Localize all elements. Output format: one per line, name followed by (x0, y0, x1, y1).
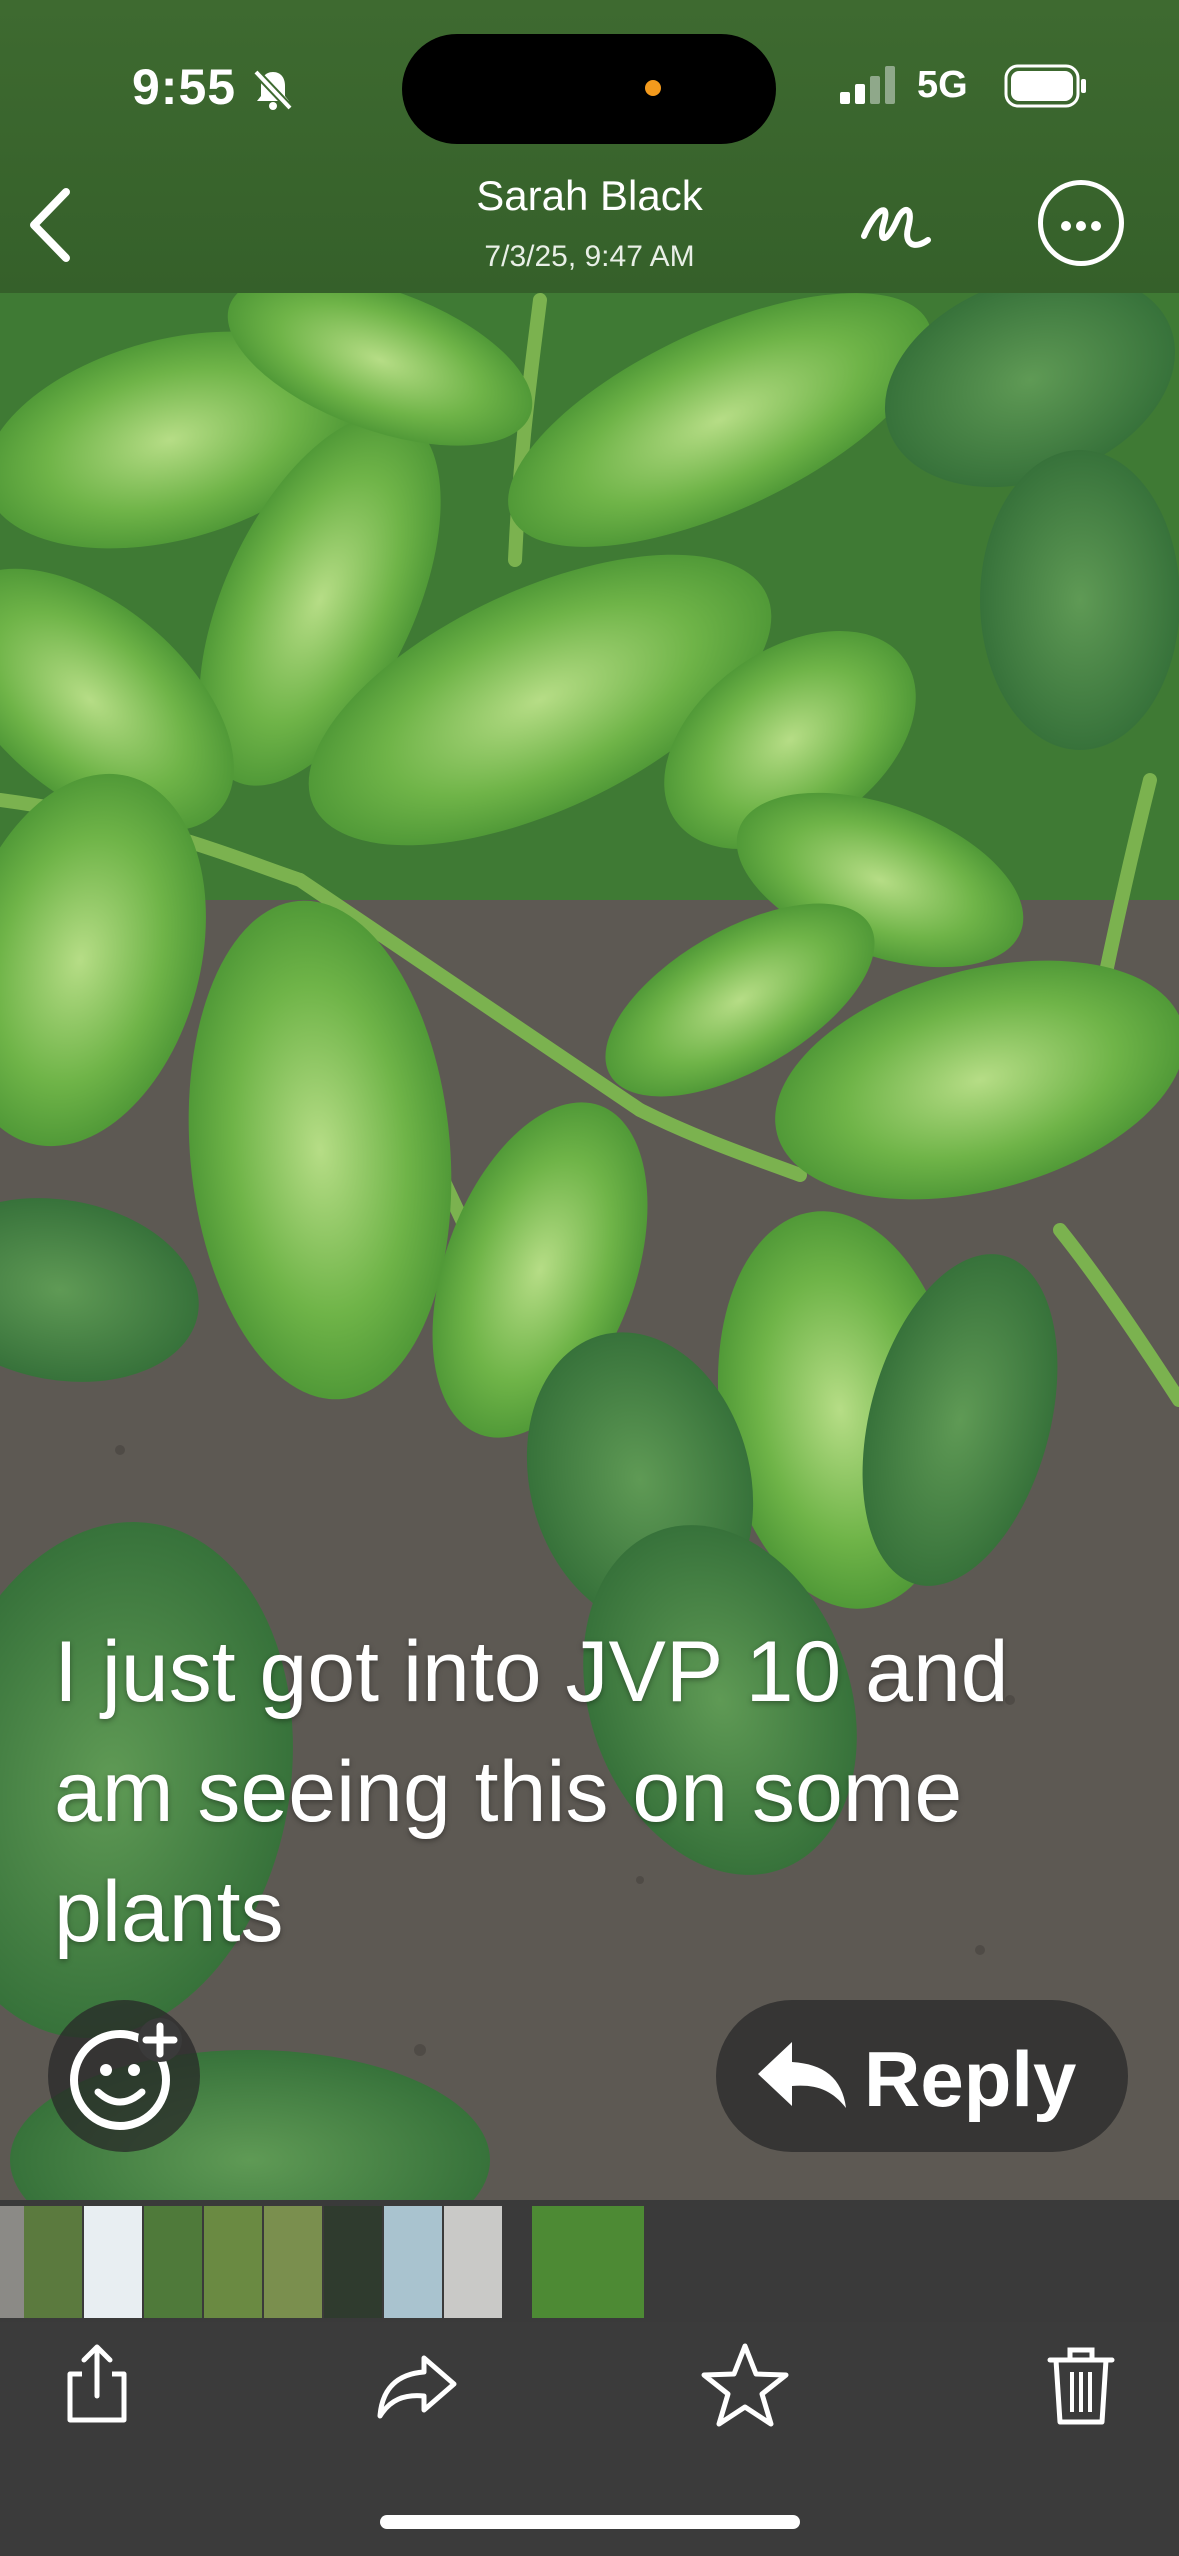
star-icon[interactable] (700, 2340, 790, 2430)
battery-icon (1004, 64, 1086, 108)
thumb-selected[interactable] (532, 2206, 644, 2318)
reply-arrow-icon (758, 2042, 846, 2108)
network-label: 5G (917, 64, 968, 106)
thumb-5[interactable] (204, 2206, 262, 2318)
share-icon[interactable] (52, 2340, 142, 2430)
thumb-2[interactable] (24, 2206, 82, 2318)
more-dot-icon (1091, 221, 1101, 231)
trash-icon[interactable] (1036, 2340, 1126, 2430)
more-dot-icon (1076, 221, 1086, 231)
markup-icon[interactable] (856, 188, 936, 268)
dynamic-island (402, 34, 776, 144)
forward-icon[interactable] (372, 2340, 462, 2430)
thumb-8[interactable] (384, 2206, 442, 2318)
thumb-3[interactable] (84, 2206, 142, 2318)
more-options-button[interactable] (1038, 180, 1124, 266)
add-reaction-button[interactable] (48, 2000, 200, 2152)
signal-bars-icon (840, 66, 895, 104)
smiley-plus-icon (70, 2018, 182, 2130)
sender-name: Sarah Black (476, 172, 703, 219)
reply-button[interactable]: Reply (716, 2000, 1128, 2152)
thumb-7[interactable] (324, 2206, 382, 2318)
more-dot-icon (1061, 221, 1071, 231)
message-timestamp: 7/3/25, 9:47 AM (484, 240, 695, 273)
photo-caption: I just got into JVP 10 and am seeing thi… (54, 1624, 1009, 1960)
thumb-6[interactable] (264, 2206, 322, 2318)
thumb-9[interactable] (444, 2206, 502, 2318)
status-time: 9:55 (132, 59, 237, 115)
thumb-4[interactable] (144, 2206, 202, 2318)
reply-label: Reply (864, 2035, 1077, 2123)
silent-bell-icon (253, 69, 293, 111)
home-indicator (380, 2515, 800, 2529)
privacy-indicator-icon (645, 80, 661, 96)
